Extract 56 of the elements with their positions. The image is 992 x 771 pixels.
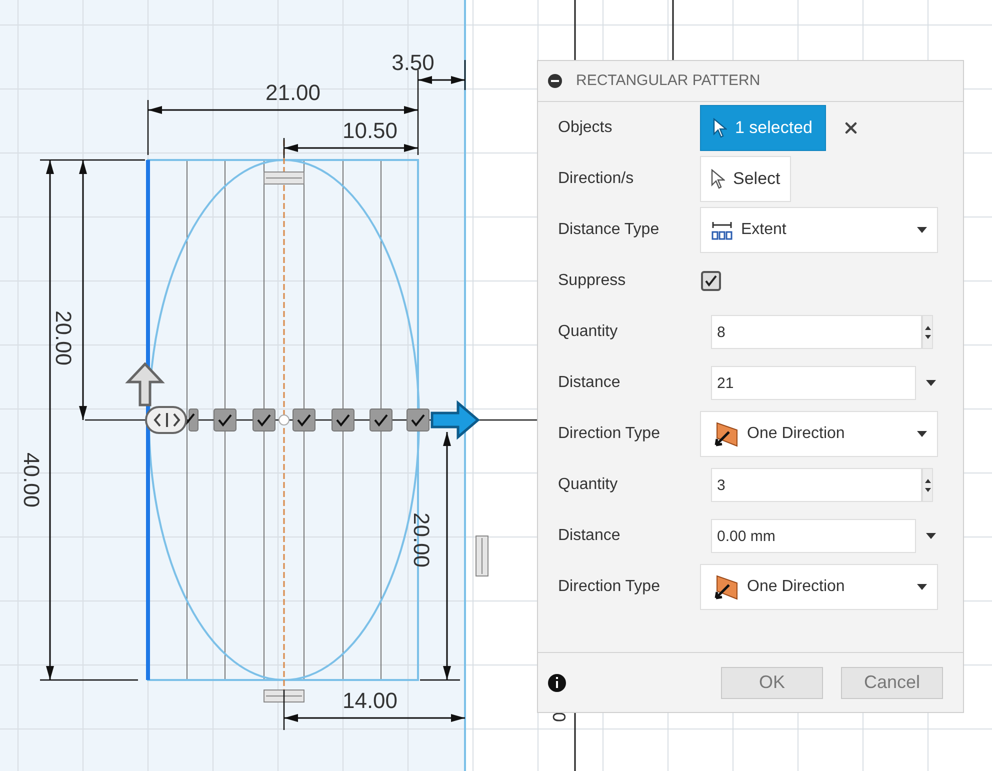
field-label: Direction Type bbox=[557, 577, 661, 597]
extent-icon bbox=[711, 219, 733, 241]
distance-field[interactable]: 21 bbox=[711, 366, 916, 400]
dialog-title: RECTANGULAR PATTERN bbox=[576, 70, 760, 91]
field-label: Suppress bbox=[557, 271, 627, 291]
dimension-label: 21.00 bbox=[265, 80, 321, 105]
instance-checkbox[interactable] bbox=[252, 408, 276, 432]
spin-buttons[interactable] bbox=[922, 468, 933, 502]
instance-checkbox[interactable] bbox=[292, 408, 316, 432]
instance-checkbox[interactable] bbox=[185, 408, 198, 432]
dimension-label: 40.00 bbox=[19, 452, 44, 508]
caret-icon bbox=[917, 431, 927, 437]
dropdown[interactable]: Extent bbox=[700, 207, 938, 253]
info-icon[interactable] bbox=[548, 674, 566, 692]
right-arrow-icon[interactable] bbox=[430, 400, 480, 440]
collapse-icon[interactable] bbox=[548, 74, 562, 88]
select-button[interactable]: Select bbox=[700, 156, 792, 202]
quantity-field[interactable]: 8 bbox=[711, 315, 922, 349]
dimension-label: 10.50 bbox=[342, 118, 398, 143]
field-label: Objects bbox=[557, 118, 614, 138]
dropdown[interactable]: One Direction bbox=[700, 411, 938, 457]
field-label: Distance bbox=[557, 373, 622, 393]
constraint-icon bbox=[264, 690, 304, 702]
field-label: Distance bbox=[557, 526, 622, 546]
caret-icon bbox=[917, 584, 927, 590]
field-label: Quantity bbox=[557, 322, 619, 342]
caret-icon bbox=[917, 227, 927, 233]
pointer-icon bbox=[713, 118, 727, 138]
field-label: Direction Type bbox=[557, 424, 661, 444]
dimension-label: 20.00 bbox=[51, 310, 76, 366]
field-label: Quantity bbox=[557, 475, 619, 495]
constraint-icon bbox=[264, 172, 304, 184]
dialog-button[interactable]: Cancel bbox=[841, 666, 943, 698]
dialog-button[interactable]: OK bbox=[721, 666, 823, 698]
dimension-label: 20.00 bbox=[409, 512, 434, 568]
axis-label: 0 bbox=[549, 712, 569, 722]
check-icon bbox=[704, 274, 718, 288]
caret-icon bbox=[926, 380, 936, 386]
constraint-icon bbox=[476, 536, 488, 576]
instance-checkbox[interactable] bbox=[406, 408, 430, 432]
dimension-label: 14.00 bbox=[342, 688, 398, 713]
instance-checkbox[interactable] bbox=[370, 408, 392, 432]
suppress-checkbox[interactable] bbox=[701, 271, 721, 291]
flip-handle-icon[interactable] bbox=[145, 406, 187, 434]
spin-buttons[interactable] bbox=[922, 315, 933, 349]
dropdown[interactable]: One Direction bbox=[700, 564, 938, 610]
pointer-icon bbox=[711, 169, 725, 189]
field-label: Direction/s bbox=[557, 169, 635, 189]
dimension-label: 3.50 bbox=[392, 50, 434, 75]
quantity-field[interactable]: 3 bbox=[711, 468, 922, 502]
distance-field[interactable]: 0.00 mm bbox=[711, 519, 916, 553]
instance-checkbox[interactable] bbox=[332, 408, 354, 432]
instance-checkbox[interactable] bbox=[214, 408, 236, 432]
field-label: Distance Type bbox=[557, 220, 660, 240]
up-arrow-icon[interactable] bbox=[125, 362, 165, 406]
caret-icon bbox=[926, 533, 936, 539]
